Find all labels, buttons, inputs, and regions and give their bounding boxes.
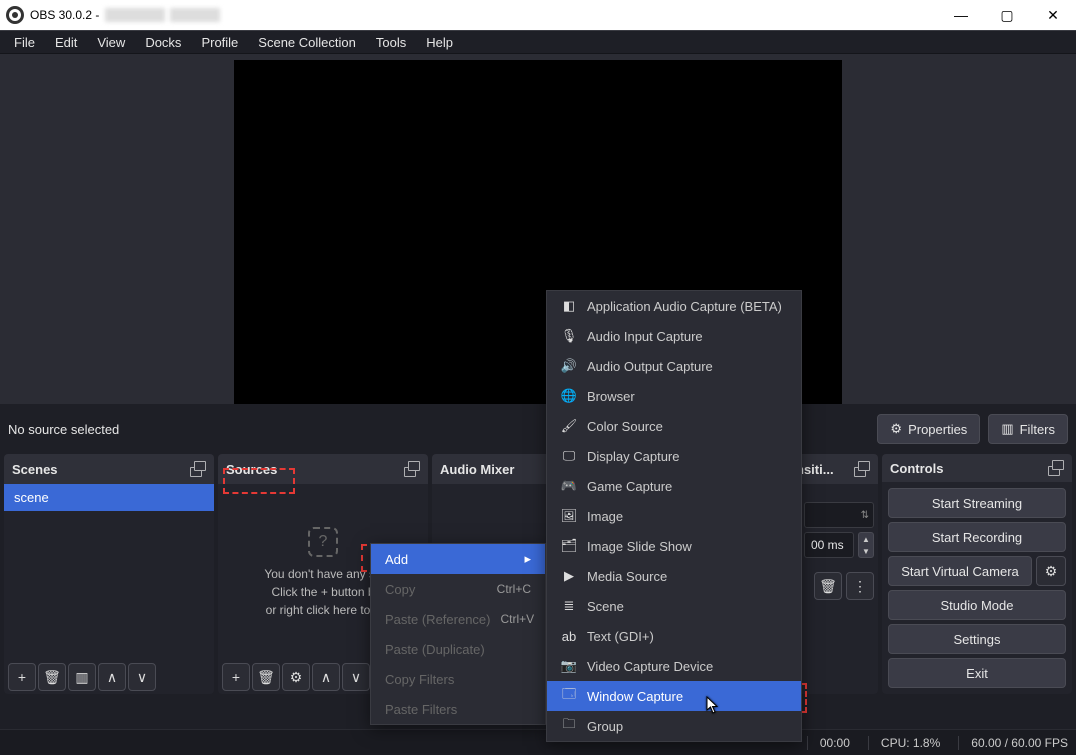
status-time: 00:00 [807,736,850,750]
source-target-label: No source selected [8,422,119,437]
transition-select[interactable]: ⇅ [804,502,874,528]
source-type-display-capture[interactable]: 🖵Display Capture [547,441,801,471]
list-icon: ≣ [561,598,577,614]
scenes-dock: Scenes scene + 🗑 ▥ ∧ ∨ [4,454,214,694]
speaker-icon: 🔊 [561,358,577,374]
transition-duration-input[interactable]: 00 ms [804,532,854,558]
controls-title: Controls [890,461,943,476]
add-scene-button[interactable]: + [8,663,36,691]
app-audio-icon: ◧ [561,298,577,314]
ctx-item-copy-filters: Copy Filters [371,664,545,694]
display-icon: 🖵 [561,448,577,464]
source-type-audio-output-capture[interactable]: 🔊Audio Output Capture [547,351,801,381]
source-type-video-capture-device[interactable]: 📷Video Capture Device [547,651,801,681]
missing-source-icon: ? [308,527,338,557]
window-icon: 🗔 [561,688,577,704]
source-type-image-slide-show[interactable]: 🗂Image Slide Show [547,531,801,561]
source-type-window-capture[interactable]: 🗔Window Capture [547,681,801,711]
popout-icon[interactable] [404,461,420,477]
virtual-camera-settings-button[interactable]: ⚙ [1036,556,1066,586]
scene-filters-button[interactable]: ▥ [68,663,96,691]
move-down-button[interactable]: ∨ [128,663,156,691]
mixer-title: Audio Mixer [440,462,514,477]
popout-icon[interactable] [1048,460,1064,476]
add-source-submenu: ◧Application Audio Capture (BETA)🎙Audio … [546,290,802,742]
add-source-button[interactable]: + [222,663,250,691]
ctx-item-add[interactable]: Add▸ [371,544,545,574]
source-type-media-source[interactable]: ▶Media Source [547,561,801,591]
globe-icon: 🌐 [561,388,577,404]
mic-icon: 🎙 [561,328,577,344]
menu-profile[interactable]: Profile [191,32,248,53]
menu-view[interactable]: View [87,32,135,53]
minimize-button[interactable]: — [938,0,984,30]
camera-icon: 📷 [561,658,577,674]
menu-file[interactable]: File [4,32,45,53]
ctx-item-paste-filters: Paste Filters [371,694,545,724]
start-recording-button[interactable]: Start Recording [888,522,1066,552]
source-type-audio-input-capture[interactable]: 🎙Audio Input Capture [547,321,801,351]
source-properties-button[interactable]: ⚙ [282,663,310,691]
image-icon: 🖼 [561,508,577,524]
popout-icon[interactable] [190,461,206,477]
text-icon: ab [561,628,577,644]
source-move-down-button[interactable]: ∨ [342,663,370,691]
gamepad-icon: 🎮 [561,478,577,494]
source-type-color-source[interactable]: 🖌Color Source [547,411,801,441]
source-toolbar: No source selected ⚙Properties ▥Filters [0,404,1076,454]
settings-button[interactable]: Settings [888,624,1066,654]
studio-mode-button[interactable]: Studio Mode [888,590,1066,620]
menu-scene-collection[interactable]: Scene Collection [248,32,366,53]
title-bar: OBS 30.0.2 - — ▢ ✕ [0,0,1076,30]
scene-item[interactable]: scene [4,484,214,511]
source-type-browser[interactable]: 🌐Browser [547,381,801,411]
filters-icon: ▥ [1001,421,1013,437]
start-streaming-button[interactable]: Start Streaming [888,488,1066,518]
exit-button[interactable]: Exit [888,658,1066,688]
remove-scene-button[interactable]: 🗑 [38,663,66,691]
menu-help[interactable]: Help [416,32,463,53]
duration-spinner[interactable]: ▲▼ [858,532,874,558]
maximize-button[interactable]: ▢ [984,0,1030,30]
menu-tools[interactable]: Tools [366,32,416,53]
source-type-scene[interactable]: ≣Scene [547,591,801,621]
source-type-game-capture[interactable]: 🎮Game Capture [547,471,801,501]
scenes-title: Scenes [12,462,58,477]
popout-icon[interactable] [854,461,870,477]
ctx-item-copy: CopyCtrl+C [371,574,545,604]
source-type-group[interactable]: 🗀Group [547,711,801,741]
slides-icon: 🗂 [561,538,577,554]
gear-icon: ⚙ [890,421,902,437]
ctx-item-paste-duplicate-: Paste (Duplicate) [371,634,545,664]
properties-button[interactable]: ⚙Properties [877,414,980,444]
controls-dock: Controls Start Streaming Start Recording… [882,454,1072,694]
status-bar: 00:00 CPU: 1.8% 60.00 / 60.00 FPS [0,729,1076,755]
source-context-menu: Add▸CopyCtrl+CPaste (Reference)Ctrl+VPas… [370,543,546,725]
source-type-image[interactable]: 🖼Image [547,501,801,531]
folder-icon: 🗀 [561,718,577,734]
menu-docks[interactable]: Docks [135,32,191,53]
filters-button[interactable]: ▥Filters [988,414,1068,444]
remove-source-button[interactable]: 🗑 [252,663,280,691]
source-type-text-gdi-[interactable]: abText (GDI+) [547,621,801,651]
source-move-up-button[interactable]: ∧ [312,663,340,691]
close-button[interactable]: ✕ [1030,0,1076,30]
brush-icon: 🖌 [561,418,577,434]
menu-bar: File Edit View Docks Profile Scene Colle… [0,30,1076,54]
menu-edit[interactable]: Edit [45,32,87,53]
transition-remove-button[interactable]: 🗑 [814,572,842,600]
status-fps: 60.00 / 60.00 FPS [958,736,1068,750]
move-up-button[interactable]: ∧ [98,663,126,691]
source-type-application-audio-capture-beta-[interactable]: ◧Application Audio Capture (BETA) [547,291,801,321]
obs-logo-icon [6,6,24,24]
transition-more-button[interactable]: ⋮ [846,572,874,600]
window-title: OBS 30.0.2 - [30,8,220,23]
ctx-item-paste-reference-: Paste (Reference)Ctrl+V [371,604,545,634]
status-cpu: CPU: 1.8% [868,736,940,750]
sources-title: Sources [226,462,277,477]
start-virtual-camera-button[interactable]: Start Virtual Camera [888,556,1032,586]
preview-area[interactable] [0,54,1076,404]
play-icon: ▶ [561,568,577,584]
